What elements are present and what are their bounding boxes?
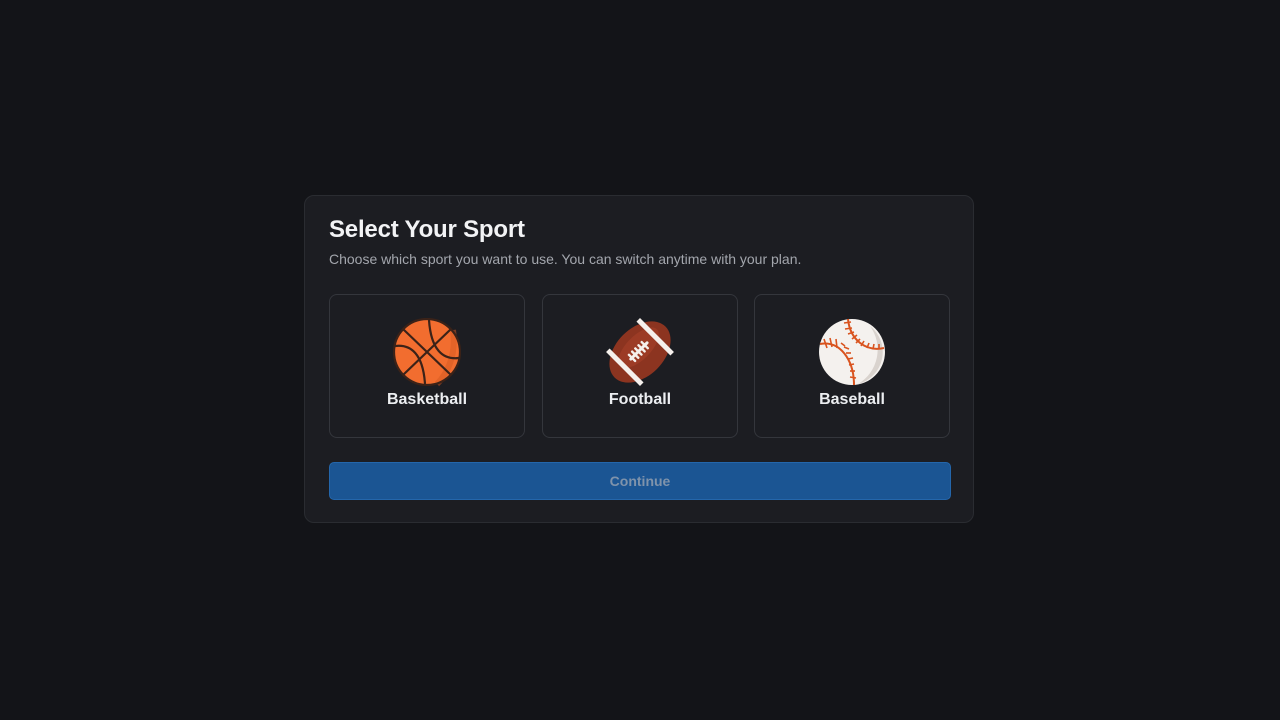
sport-option-baseball[interactable]: Baseball <box>754 294 950 438</box>
sport-option-basketball[interactable]: Basketball <box>329 294 525 438</box>
football-icon <box>606 318 674 386</box>
basketball-icon <box>393 318 461 386</box>
sport-label-basketball: Basketball <box>386 391 468 408</box>
sport-option-football[interactable]: Football <box>542 294 738 438</box>
continue-button[interactable]: Continue <box>329 462 951 500</box>
sport-label-baseball: Baseball <box>819 391 885 408</box>
sport-options: Basketball Football Baseball <box>329 294 951 438</box>
baseball-icon <box>819 318 885 386</box>
sport-label-football: Football <box>608 391 672 408</box>
sport-selection-dialog: Select Your Sport Choose which sport you… <box>304 195 974 523</box>
dialog-subtitle: Choose which sport you want to use. You … <box>329 251 802 267</box>
dialog-title: Select Your Sport <box>329 216 525 243</box>
